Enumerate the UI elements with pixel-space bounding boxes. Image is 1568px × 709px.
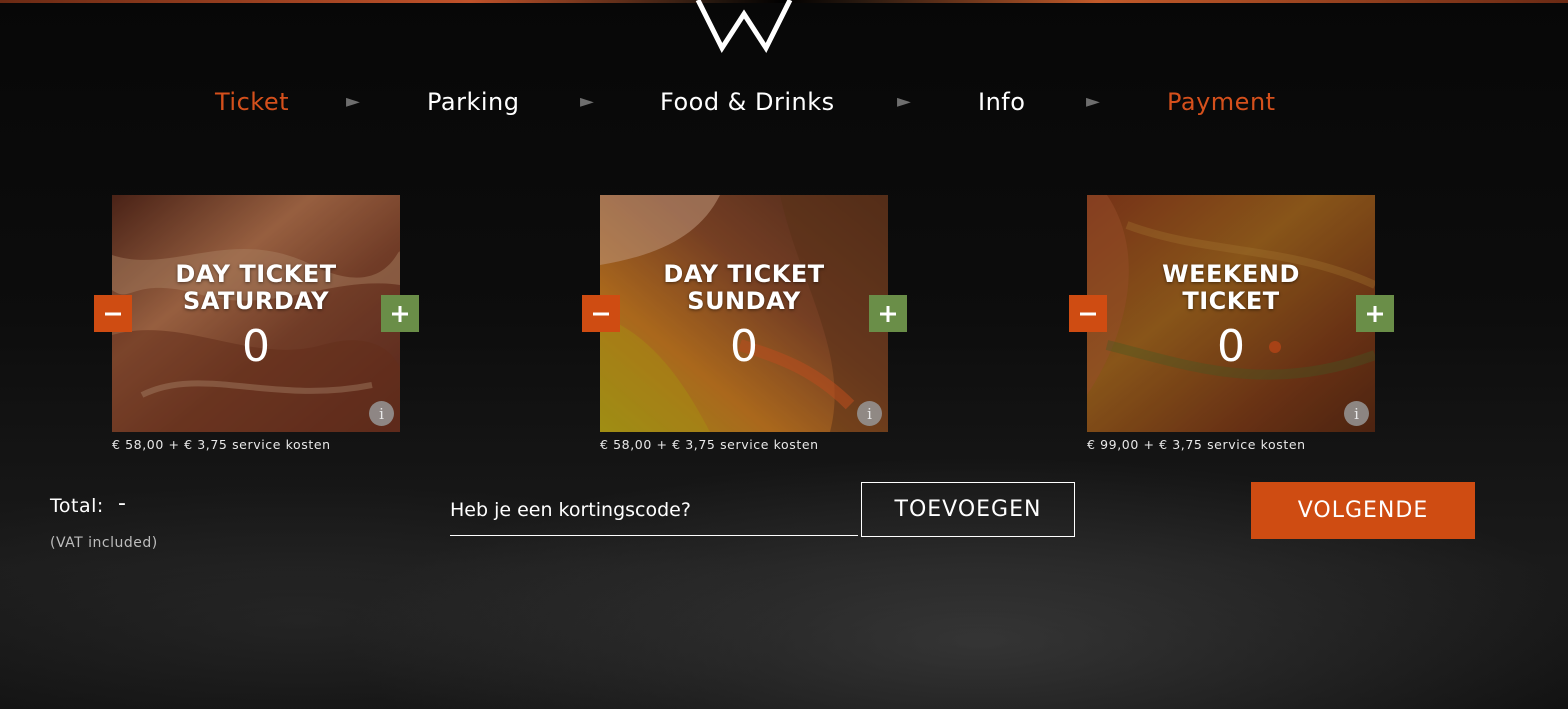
ticket-name-line2: SUNDAY (687, 287, 801, 315)
checkout-steps: Ticket ► Parking ► Food & Drinks ► Info … (0, 88, 1568, 128)
info-icon[interactable]: i (1344, 401, 1369, 426)
step-payment[interactable]: Payment (1167, 88, 1276, 116)
plus-icon (1367, 305, 1383, 322)
increase-quantity-button[interactable] (869, 295, 907, 332)
step-food-drinks[interactable]: Food & Drinks (660, 88, 835, 116)
ticket-name: DAY TICKET SUNDAY (600, 261, 888, 315)
ticket-price: € 58,00 + € 3,75 service kosten (112, 437, 331, 452)
arrow-right-icon: ► (1086, 91, 1100, 112)
add-discount-button[interactable]: TOEVOEGEN (861, 482, 1075, 537)
increase-quantity-button[interactable] (1356, 295, 1394, 332)
step-parking[interactable]: Parking (427, 88, 519, 116)
discount-code-input[interactable] (450, 484, 858, 536)
plus-icon (880, 305, 896, 322)
ticket-name: WEEKEND TICKET (1087, 261, 1375, 315)
ticket-quantity: 0 (1217, 321, 1245, 372)
next-button[interactable]: VOLGENDE (1251, 482, 1475, 539)
decrease-quantity-button[interactable] (94, 295, 132, 332)
ticket-quantity: 0 (242, 321, 270, 372)
info-icon[interactable]: i (369, 401, 394, 426)
ticket-name-line1: WEEKEND (1162, 260, 1300, 288)
step-ticket[interactable]: Ticket (215, 88, 289, 116)
ticket-name-line2: TICKET (1182, 287, 1280, 315)
minus-icon (105, 312, 121, 315)
minus-icon (593, 312, 609, 315)
minus-icon (1080, 312, 1096, 315)
ticket-quantity: 0 (730, 321, 758, 372)
decrease-quantity-button[interactable] (1069, 295, 1107, 332)
increase-quantity-button[interactable] (381, 295, 419, 332)
ticket-price: € 58,00 + € 3,75 service kosten (600, 437, 819, 452)
arrow-right-icon: ► (346, 91, 360, 112)
ticket-card-weekend: WEEKEND TICKET 0 i € 99,00 + € 3,75 serv… (1069, 195, 1394, 452)
step-info[interactable]: Info (978, 88, 1025, 116)
ticket-name-line1: DAY TICKET (663, 260, 825, 288)
info-icon[interactable]: i (857, 401, 882, 426)
ticket-card-saturday: DAY TICKET SATURDAY 0 i € 58,00 + € 3,75… (94, 195, 419, 452)
arrow-right-icon: ► (580, 91, 594, 112)
ticket-card-sunday: DAY TICKET SUNDAY 0 i € 58,00 + € 3,75 s… (582, 195, 907, 452)
ticket-name-line2: SATURDAY (183, 287, 329, 315)
w-logo-icon[interactable] (694, 0, 794, 54)
total-value: - (118, 491, 126, 516)
ticket-page: Ticket ► Parking ► Food & Drinks ► Info … (0, 0, 1568, 709)
ticket-price: € 99,00 + € 3,75 service kosten (1087, 437, 1306, 452)
ticket-name-line1: DAY TICKET (175, 260, 337, 288)
vat-note: (VAT included) (50, 535, 158, 551)
decrease-quantity-button[interactable] (582, 295, 620, 332)
arrow-right-icon: ► (897, 91, 911, 112)
ticket-name: DAY TICKET SATURDAY (112, 261, 400, 315)
total-label: Total: (50, 495, 104, 517)
plus-icon (392, 305, 408, 322)
